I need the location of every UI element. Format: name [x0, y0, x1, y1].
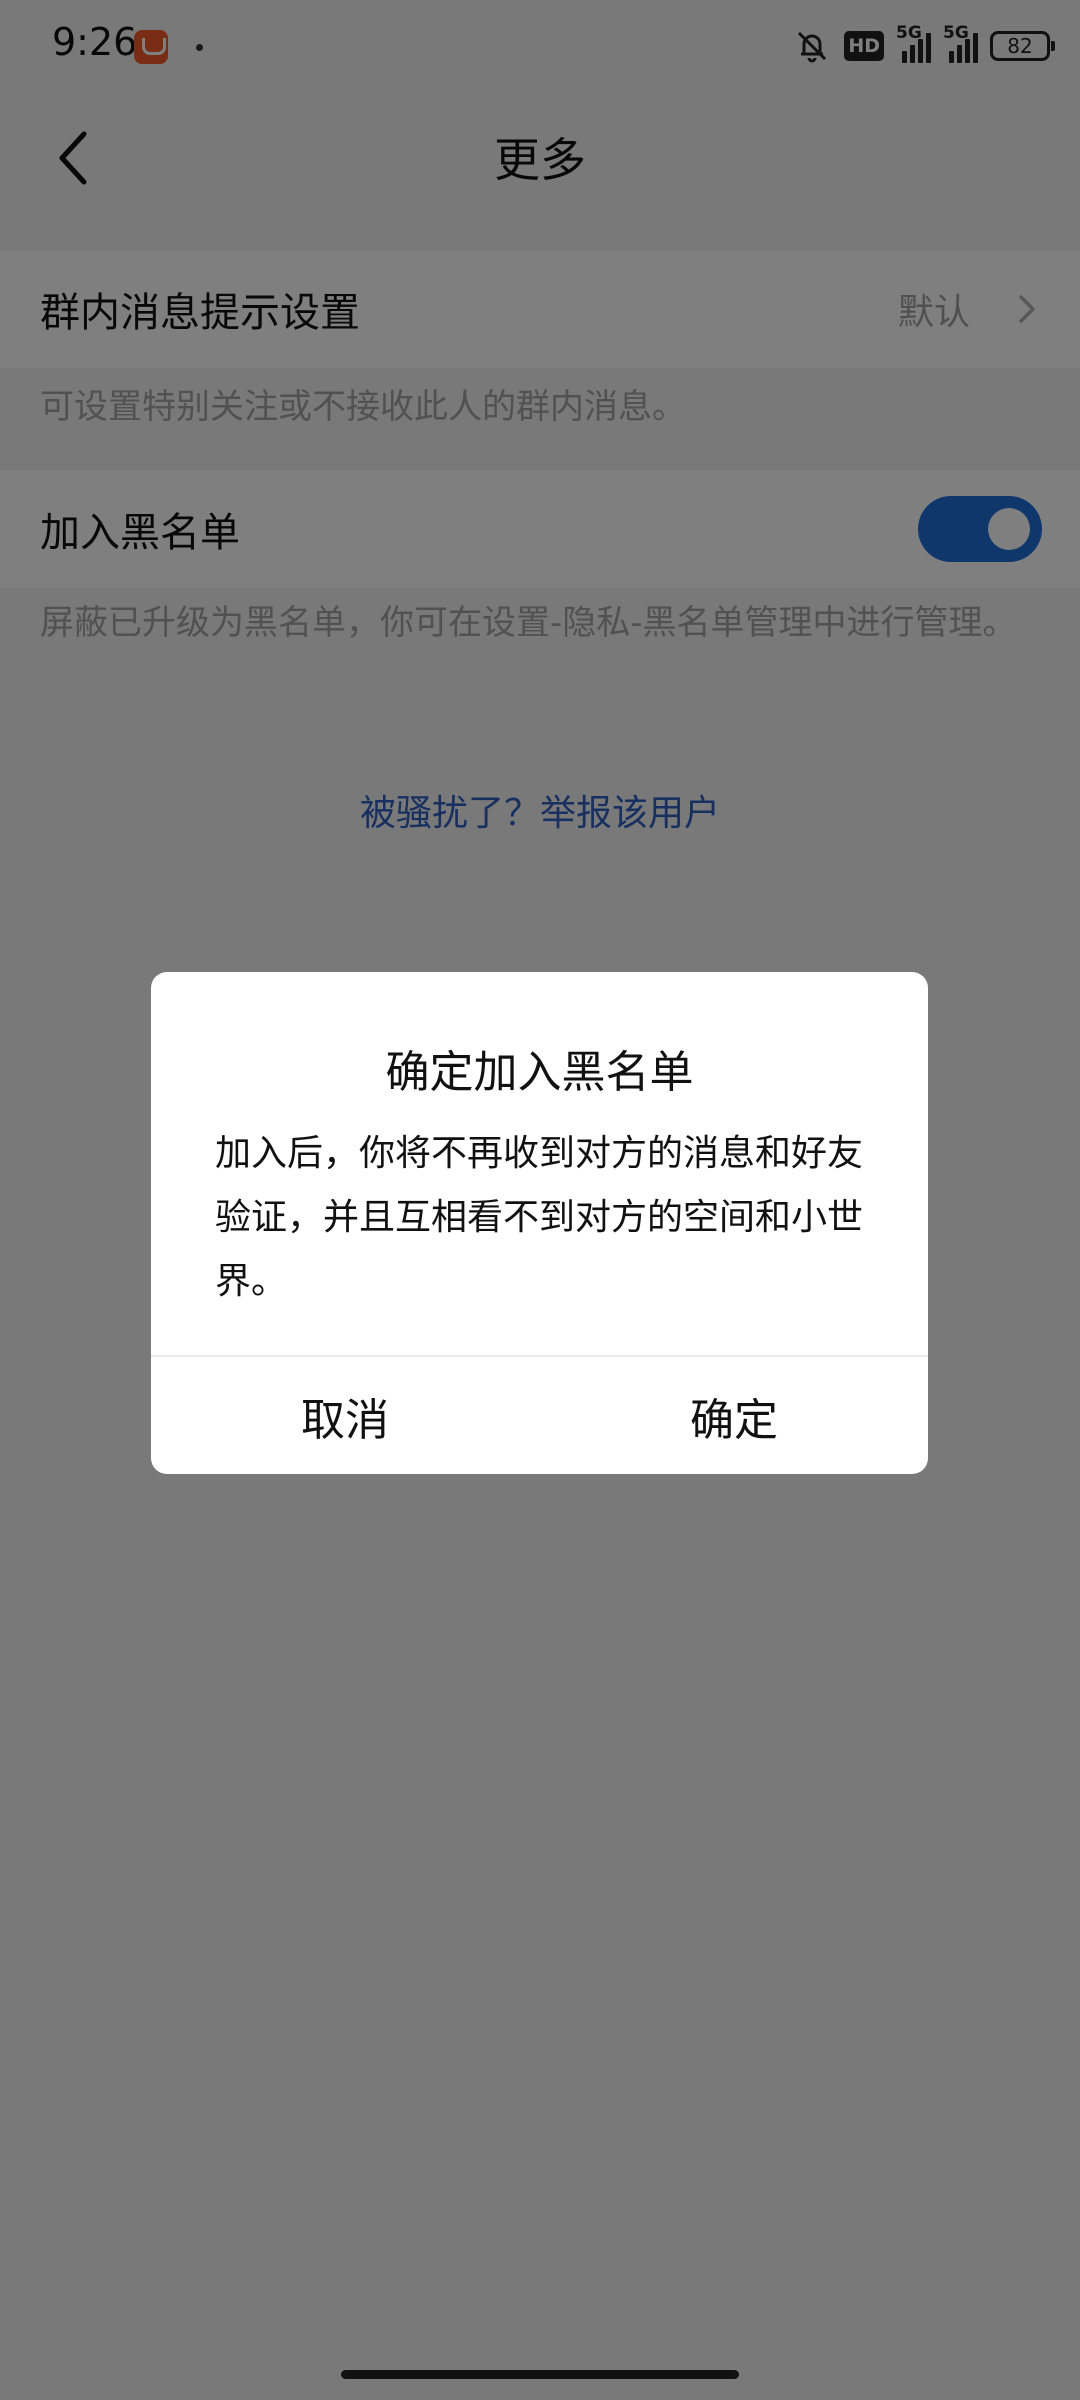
dialog-message: 加入后，你将不再收到对方的消息和好友验证，并且互相看不到对方的空间和小世界。 — [215, 1133, 864, 1302]
confirm-button[interactable]: 确定 — [540, 1357, 928, 1474]
dialog-title: 确定加入黑名单 — [385, 1047, 694, 1098]
confirm-dialog: 确定加入黑名单 加入后，你将不再收到对方的消息和好友验证，并且互相看不到对方的空… — [151, 972, 928, 1474]
home-indicator[interactable] — [341, 2370, 739, 2379]
cancel-button[interactable]: 取消 — [151, 1357, 539, 1474]
